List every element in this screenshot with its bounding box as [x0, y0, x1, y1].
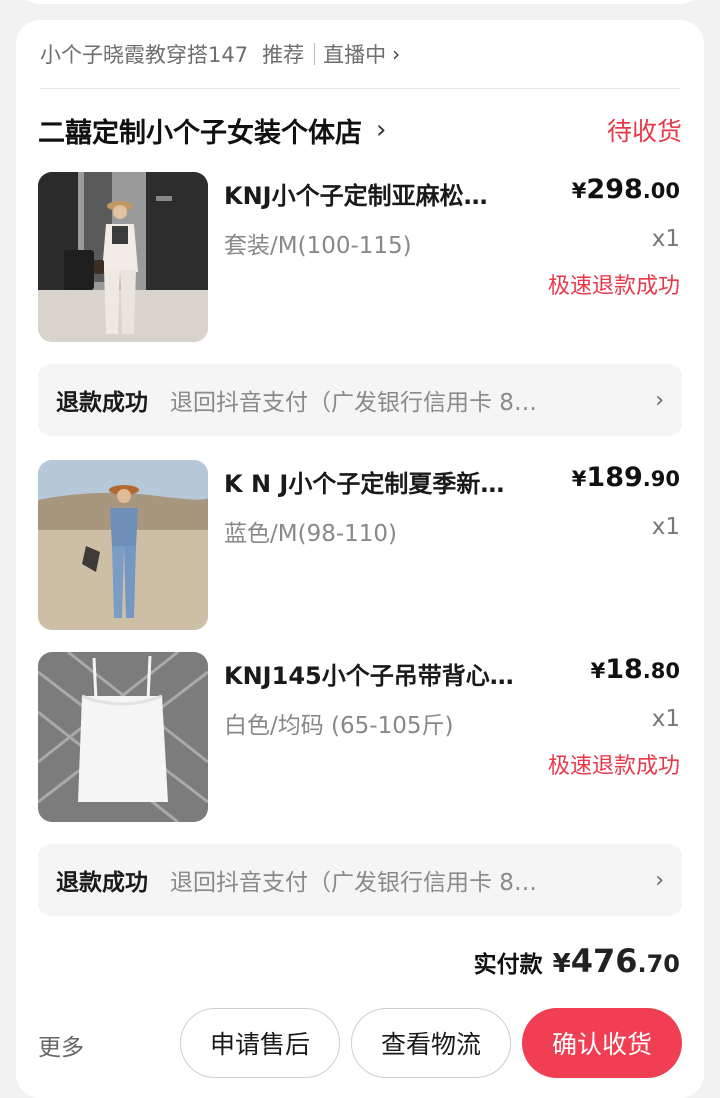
- product-quantity: x1: [651, 514, 680, 540]
- currency-symbol: ¥: [571, 179, 587, 203]
- shop-link[interactable]: 二囍定制小个子女装个体店 ›: [38, 111, 386, 150]
- product-image[interactable]: [38, 652, 208, 822]
- price-decimal: .00: [642, 179, 680, 203]
- product-item[interactable]: K N J小个子定制夏季新… ¥189.90 蓝色/M(98-110) x1: [38, 460, 682, 630]
- chevron-right-icon: ›: [655, 387, 664, 413]
- order-status: 待收货: [606, 117, 682, 146]
- chevron-right-icon: ›: [392, 42, 401, 66]
- product-price: ¥298.00: [572, 174, 680, 205]
- product-title: KNJ小个子定制亚麻松…: [224, 182, 488, 210]
- product-spec: 白色/均码 (65-105斤): [224, 713, 454, 739]
- currency-symbol: ¥: [590, 659, 606, 683]
- previous-order-card: [16, 0, 704, 4]
- more-button[interactable]: 更多: [38, 1028, 84, 1062]
- product-spec: 蓝色/M(98-110): [224, 521, 398, 547]
- product-quantity: x1: [651, 706, 680, 732]
- refund-label: 退款成功: [56, 870, 148, 896]
- product-image[interactable]: [38, 460, 208, 630]
- refund-status-bar[interactable]: 退款成功 退回抖音支付（广发银行信用卡 8… ›: [38, 844, 682, 916]
- refund-detail: 退回抖音支付（广发银行信用卡 8…: [170, 390, 537, 416]
- chevron-right-icon: ›: [376, 115, 387, 145]
- currency-symbol: ¥: [571, 467, 587, 491]
- product-spec: 套装/M(100-115): [224, 233, 412, 259]
- total-paid: 实付款 ¥476.70: [474, 942, 680, 980]
- refund-label: 退款成功: [56, 390, 148, 416]
- refund-detail: 退回抖音支付（广发银行信用卡 8…: [170, 870, 537, 896]
- source-recommend: 推荐: [262, 43, 305, 67]
- price-integer: 18: [605, 654, 643, 685]
- price-integer: 298: [586, 174, 643, 205]
- product-price: ¥18.80: [591, 654, 680, 685]
- total-label: 实付款: [473, 952, 543, 978]
- product-price: ¥189.90: [572, 462, 680, 493]
- product-item[interactable]: KNJ小个子定制亚麻松… ¥298.00 套装/M(100-115) x1 极速…: [38, 172, 682, 342]
- chevron-right-icon: ›: [655, 867, 664, 893]
- currency-symbol: ¥: [552, 949, 571, 979]
- refund-badge: 极速退款成功: [547, 274, 680, 299]
- price-decimal: .90: [642, 467, 680, 491]
- refund-badge: 极速退款成功: [547, 754, 680, 779]
- product-photo-icon: [38, 652, 208, 822]
- shop-name: 二囍定制小个子女装个体店: [38, 117, 362, 149]
- shop-header: 二囍定制小个子女装个体店 › 待收货: [38, 110, 682, 150]
- product-photo-icon: [38, 460, 208, 630]
- product-title: K N J小个子定制夏季新…: [224, 470, 505, 498]
- refund-status-bar[interactable]: 退款成功 退回抖音支付（广发银行信用卡 8… ›: [38, 364, 682, 436]
- product-item[interactable]: KNJ145小个子吊带背心… ¥18.80 白色/均码 (65-105斤) x1…: [38, 652, 682, 822]
- total-decimal: .70: [637, 950, 680, 978]
- product-title: KNJ145小个子吊带背心…: [224, 662, 514, 690]
- divider: [40, 88, 680, 89]
- confirm-receipt-button[interactable]: 确认收货: [522, 1008, 682, 1078]
- view-logistics-button[interactable]: 查看物流: [351, 1008, 511, 1078]
- source-account: 小个子晓霞教穿搭147: [40, 43, 249, 67]
- total-integer: 476: [570, 942, 638, 980]
- product-quantity: x1: [651, 226, 680, 252]
- price-decimal: .80: [642, 659, 680, 683]
- product-image[interactable]: [38, 172, 208, 342]
- after-sales-button[interactable]: 申请售后: [180, 1008, 340, 1078]
- product-photo-icon: [38, 172, 208, 342]
- price-integer: 189: [586, 462, 643, 493]
- order-card: 小个子晓霞教穿搭147 推荐 直播中 › 二囍定制小个子女装个体店 › 待收货: [16, 20, 704, 1098]
- source-row[interactable]: 小个子晓霞教穿搭147 推荐 直播中 ›: [40, 38, 400, 70]
- divider: [314, 43, 316, 65]
- source-live: 直播中: [323, 43, 387, 67]
